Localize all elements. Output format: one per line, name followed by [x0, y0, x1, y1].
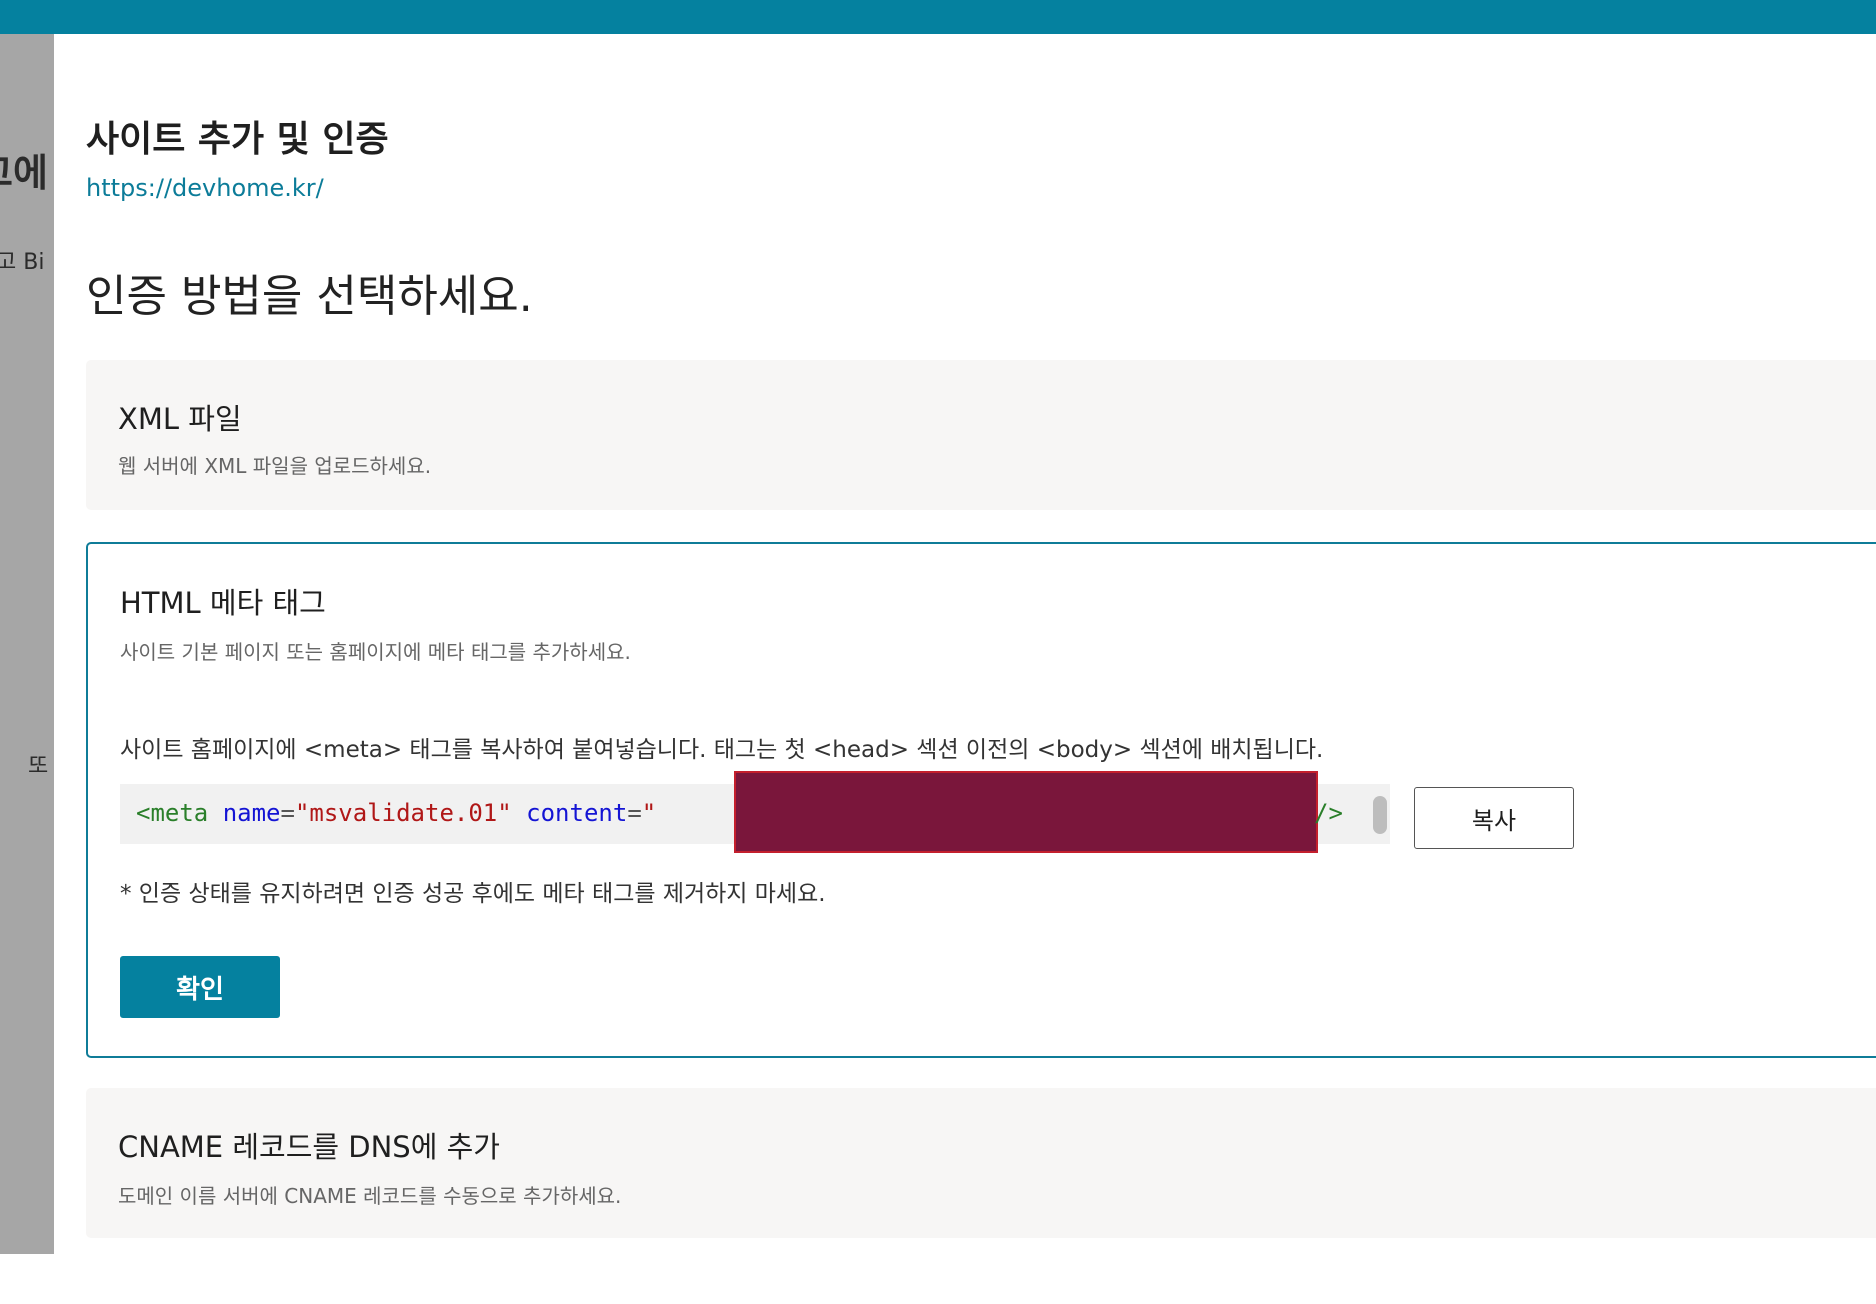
code-eq: =	[280, 799, 295, 827]
top-bar	[0, 0, 1876, 34]
verification-method-heading: 인증 방법을 선택하세요.	[86, 271, 533, 322]
background-subtext: 고 Bi	[0, 250, 45, 275]
background-heading: 고에	[0, 151, 48, 195]
method-cname-record[interactable]: CNAME 레코드를 DNS에 추가 도메인 이름 서버에 CNAME 레코드를…	[86, 1088, 1876, 1238]
background-page: 고에 고 Bi 또	[0, 34, 54, 1304]
redacted-content-value	[734, 771, 1318, 853]
method-cname-description: 도메인 이름 서버에 CNAME 레코드를 수동으로 추가하세요.	[118, 1184, 622, 1208]
code-content-prefix: "	[641, 799, 657, 827]
background-footer	[0, 1254, 54, 1304]
method-cname-title: CNAME 레코드를 DNS에 추가	[118, 1130, 500, 1164]
background-or-text: 또	[28, 754, 49, 779]
confirm-button[interactable]: 확인	[120, 956, 280, 1018]
code-attr-content: content	[526, 799, 628, 827]
code-attr-name: name	[222, 799, 281, 827]
meta-instruction-text: 사이트 홈페이지에 <meta> 태그를 복사하여 붙여넣습니다. 태그는 첫 …	[120, 737, 1324, 763]
meta-tag-code-box[interactable]: <meta name="msvalidate.01" content=" />	[120, 771, 1390, 853]
method-xml-description: 웹 서버에 XML 파일을 업로드하세요.	[118, 454, 432, 478]
method-html-title: HTML 메타 태그	[120, 586, 326, 620]
method-html-meta-tag[interactable]: HTML 메타 태그 사이트 기본 페이지 또는 홈페이지에 메타 태그를 추가…	[86, 542, 1876, 1058]
method-xml-file[interactable]: XML 파일 웹 서버에 XML 파일을 업로드하세요.	[86, 360, 1876, 510]
add-site-panel: 사이트 추가 및 인증 https://devhome.kr/ 인증 방법을 선…	[54, 34, 1876, 1304]
panel-title: 사이트 추가 및 인증	[86, 119, 389, 160]
meta-tag-note: * 인증 상태를 유지하려면 인증 성공 후에도 메타 태그를 제거하지 마세요…	[120, 881, 826, 907]
code-scrollbar[interactable]	[1373, 796, 1387, 834]
meta-tag-code: <meta name="msvalidate.01" content="	[136, 799, 656, 827]
code-tag-open: <meta	[136, 799, 209, 827]
code-tag-close: />	[1314, 799, 1343, 827]
code-eq-2: =	[627, 799, 642, 827]
copy-button[interactable]: 복사	[1414, 787, 1574, 849]
site-url-link[interactable]: https://devhome.kr/	[86, 174, 324, 202]
method-html-description: 사이트 기본 페이지 또는 홈페이지에 메타 태그를 추가하세요.	[120, 640, 631, 664]
method-xml-title: XML 파일	[118, 402, 242, 436]
code-name-value: "msvalidate.01"	[294, 799, 512, 827]
